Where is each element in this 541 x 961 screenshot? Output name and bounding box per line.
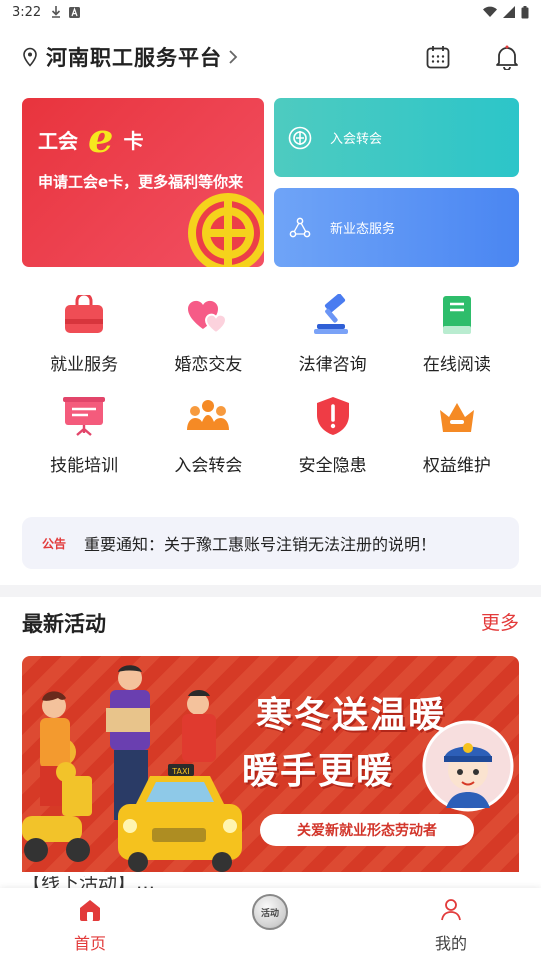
status-time: 3:22 — [12, 4, 42, 20]
service-legal[interactable]: 法律咨询 — [271, 292, 395, 375]
join-union-banner[interactable]: 入会转会 — [274, 98, 519, 177]
service-label: 入会转会 — [174, 456, 243, 476]
new-business-service-banner[interactable]: 新业态服务 — [274, 188, 519, 267]
service-label: 婚恋交友 — [174, 355, 243, 375]
presentation-board-icon — [63, 397, 106, 436]
tab-home[interactable]: 首页 — [35, 888, 145, 961]
join-union-label: 入会转会 — [330, 132, 383, 147]
download-icon — [52, 6, 61, 18]
services-grid: 就业服务 婚恋交友 法律咨询 在线阅读 技能培训 入会转会 安全隐患 权益维护 — [22, 292, 519, 476]
service-label: 权益维护 — [422, 456, 491, 476]
bag-icon — [65, 295, 104, 333]
service-dating[interactable]: 婚恋交友 — [146, 292, 270, 375]
section-divider — [0, 585, 541, 597]
service-label: 安全隐患 — [298, 456, 367, 476]
banner-title-right: 卡 — [123, 128, 144, 153]
bell-icon[interactable] — [495, 44, 519, 70]
service-label: 在线阅读 — [422, 355, 491, 375]
chevron-right-icon[interactable] — [228, 49, 238, 65]
service-skills-training[interactable]: 技能培训 — [22, 393, 146, 476]
wifi-icon — [483, 6, 497, 18]
workers-illustration: TAXI — [22, 665, 242, 872]
shield-alert-icon — [316, 397, 349, 435]
new-business-service-label: 新业态服务 — [330, 222, 396, 237]
notice-tag: 公告 — [42, 536, 67, 551]
banner-title-e: e — [88, 115, 114, 162]
service-rights-protection[interactable]: 权益维护 — [395, 393, 519, 476]
tab-me[interactable]: 我的 — [396, 888, 506, 961]
service-join-union[interactable]: 入会转会 — [146, 393, 270, 476]
mascot-avatar — [422, 720, 514, 812]
activities-more-link[interactable]: 更多 — [481, 608, 519, 635]
service-employment[interactable]: 就业服务 — [22, 292, 146, 375]
union-e-card-banner[interactable]: 工会 e 卡 申请工会e卡，更多福利等你来 — [22, 98, 264, 267]
platform-title[interactable]: 河南职工服务平台 — [46, 42, 222, 72]
user-icon — [441, 899, 461, 921]
bottom-tab-bar: 首页 活动 我的 — [0, 888, 541, 961]
banner-title-left: 工会 — [38, 128, 78, 153]
tab-me-label: 我的 — [434, 934, 467, 953]
taxi-sign: TAXI — [171, 767, 190, 776]
battery-icon — [521, 5, 529, 18]
status-bar: 3:22 — [0, 0, 541, 24]
activity-banner-card[interactable]: TAXI 寒冬送温暖 暖手更暖 关爱新就业形态劳动者 — [22, 656, 519, 872]
service-label: 法律咨询 — [298, 355, 367, 375]
service-label: 技能培训 — [50, 456, 119, 476]
union-e-card-title: 工会 e 卡 — [38, 115, 144, 162]
notice-bar[interactable]: 公告 重要通知：关于豫工惠账号注销无法注册的说明！ — [22, 517, 519, 569]
service-label: 就业服务 — [50, 355, 119, 375]
activity-ball-icon: 活动 — [252, 894, 288, 930]
activity-pill: 关爱新就业形态劳动者 — [260, 814, 474, 846]
gavel-icon — [313, 294, 348, 334]
network-icon — [289, 217, 311, 237]
activity-headline-2: 暖手更暖 — [242, 750, 395, 792]
tab-activity[interactable]: 活动 — [215, 888, 325, 961]
activities-section-title: 最新活动 — [22, 612, 106, 636]
signal-icon — [503, 6, 515, 18]
a-icon — [69, 6, 81, 18]
union-logo-icon — [188, 193, 264, 267]
header: 河南职工服务平台 — [0, 34, 541, 80]
tab-home-label: 首页 — [73, 934, 106, 953]
location-icon[interactable] — [22, 47, 38, 67]
tab-activity-label: 活动 — [260, 908, 279, 919]
activity-headline-1: 寒冬送温暖 — [256, 694, 447, 736]
calendar-icon[interactable] — [425, 44, 451, 70]
home-icon — [80, 900, 100, 921]
book-icon — [442, 296, 471, 334]
group-icon — [187, 400, 230, 430]
service-reading[interactable]: 在线阅读 — [395, 292, 519, 375]
notice-text[interactable]: 重要通知：关于豫工惠账号注销无法注册的说明！ — [84, 531, 436, 555]
union-emblem-icon — [288, 126, 312, 149]
hearts-icon — [188, 300, 228, 335]
service-safety-hazard[interactable]: 安全隐患 — [271, 393, 395, 476]
crown-icon — [439, 403, 474, 432]
